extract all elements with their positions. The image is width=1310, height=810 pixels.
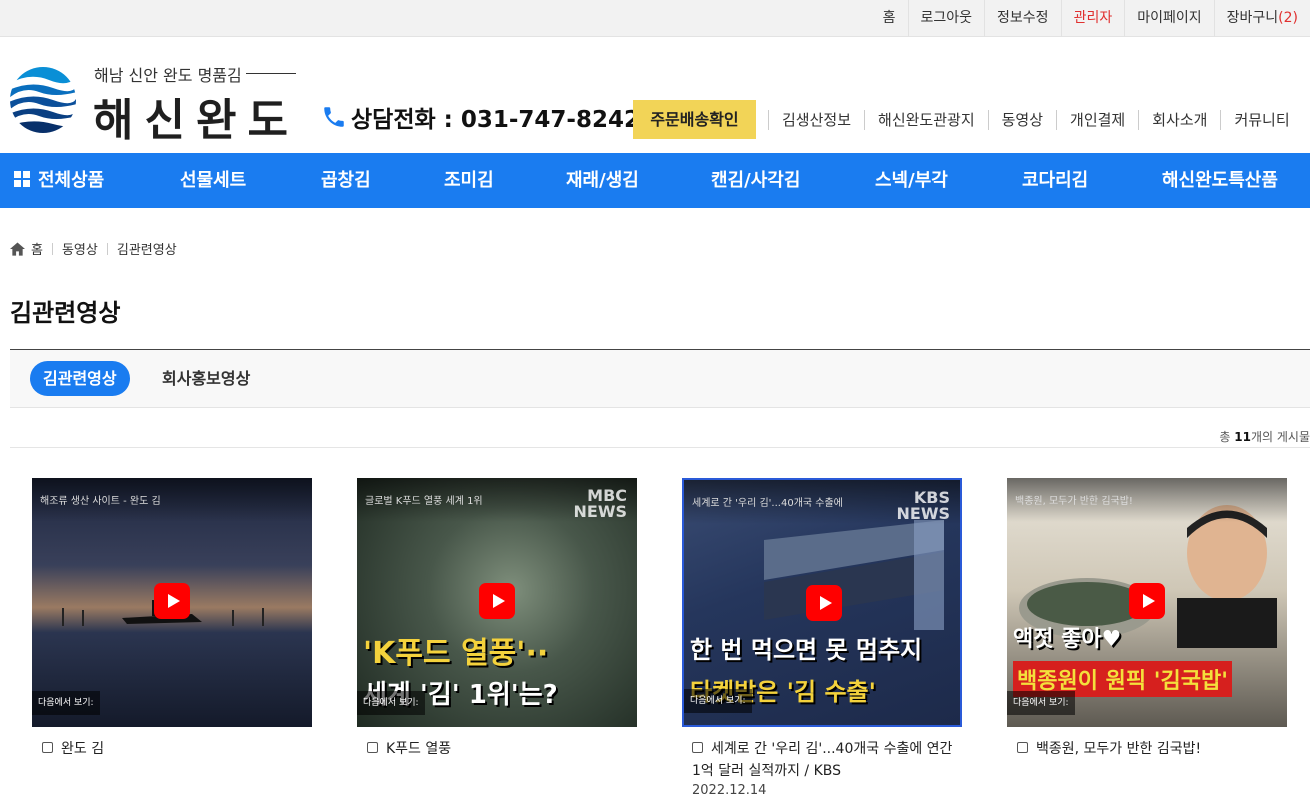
breadcrumb-separator (106, 242, 108, 255)
video-caption[interactable]: 백종원, 모두가 반한 김국밥! (1007, 738, 1287, 760)
gnb-can-kim[interactable]: 캔김/사각김 (711, 153, 800, 208)
video-card[interactable]: 글로벌 K푸드 열풍 세계 1위 MBC NEWS 'K푸드 열풍'·· 세계 '… (357, 478, 637, 760)
video-thumbnail[interactable]: 백종원, 모두가 반한 김국밥! 액젓 좋아♥ 백종원이 원픽 '김국밥' 다음… (1007, 478, 1287, 727)
video-title[interactable]: 백종원, 모두가 반한 김국밥! (1036, 741, 1201, 757)
cart-paren-close: ) (1292, 10, 1298, 26)
logo-divider (246, 73, 296, 74)
video-title[interactable]: 세계로 간 '우리 김'...40개국 수출에 연간 1억 달러 실적까지 / … (692, 741, 952, 779)
grid-icon (14, 171, 30, 187)
thumbnail-title: 해조류 생산 사이트 - 완도 김 (40, 496, 161, 507)
gnb-all-products[interactable]: 전체상품 (14, 153, 104, 208)
order-tracking-button[interactable]: 주문배송확인 (633, 100, 756, 139)
nav-company[interactable]: 회사소개 (1138, 110, 1220, 130)
post-count: 총 11개의 게시물 (1219, 428, 1310, 445)
conveyor-illustration (764, 520, 944, 630)
post-count-number: 11 (1234, 430, 1251, 444)
video-card[interactable]: 백종원, 모두가 반한 김국밥! 액젓 좋아♥ 백종원이 원픽 '김국밥' 다음… (1007, 478, 1287, 760)
nav-videos[interactable]: 동영상 (987, 110, 1056, 130)
cart-count-badge: 2 (1283, 10, 1293, 26)
select-checkbox[interactable] (692, 742, 703, 753)
video-card[interactable]: 세계로 간 '우리 김'...40개국 수출에 KBS NEWS 한 번 먹으면 … (682, 478, 962, 800)
nav-kim-production[interactable]: 김생산정보 (768, 110, 864, 130)
watch-on-youtube[interactable]: 다음에서 보기: (32, 691, 100, 715)
video-thumbnail[interactable]: 해조류 생산 사이트 - 완도 김 다음에서 보기: (32, 478, 312, 727)
logo-subtitle: 해남 신안 완도 명품김 (94, 66, 242, 85)
select-checkbox[interactable] (1017, 742, 1028, 753)
tab-kim-videos[interactable]: 김관련영상 (30, 361, 130, 396)
nav-tourism[interactable]: 해신완도관광지 (864, 110, 988, 130)
gnb-specialty[interactable]: 해신완도특산품 (1162, 153, 1278, 208)
tab-company-videos[interactable]: 회사홍보영상 (149, 361, 263, 396)
select-checkbox[interactable] (42, 742, 53, 753)
youtube-play-icon[interactable] (154, 583, 190, 619)
topbar-cart-link[interactable]: 장바구니(2) (1213, 0, 1310, 37)
logo-wave-icon[interactable] (9, 66, 77, 134)
gnb-traditional-kim[interactable]: 재래/생김 (566, 153, 639, 208)
gnb-seasoned-kim[interactable]: 조미김 (444, 153, 494, 208)
phone-contact: 상담전화 : 031-747-8242 (321, 100, 640, 134)
nav-community[interactable]: 커뮤니티 (1220, 110, 1302, 130)
video-caption[interactable]: 완도 김 (32, 738, 312, 760)
gnb-gift-set[interactable]: 선물세트 (180, 153, 246, 208)
video-title[interactable]: 완도 김 (61, 741, 104, 757)
phone-icon (324, 107, 344, 127)
video-thumbnail[interactable]: 세계로 간 '우리 김'...40개국 수출에 KBS NEWS 한 번 먹으면 … (682, 478, 962, 727)
category-nav: 전체상품 선물세트 곱창김 조미김 재래/생김 캔김/사각김 스넥/부각 코다리… (0, 153, 1310, 208)
video-caption[interactable]: 세계로 간 '우리 김'...40개국 수출에 연간 1억 달러 실적까지 / … (682, 738, 962, 800)
page-title: 김관련영상 (10, 299, 121, 327)
video-thumbnail[interactable]: 글로벌 K푸드 열풍 세계 1위 MBC NEWS 'K푸드 열풍'·· 세계 '… (357, 478, 637, 727)
divider (10, 447, 1310, 448)
thumbnail-title: 백종원, 모두가 반한 김국밥! (1015, 496, 1133, 507)
breadcrumb-videos[interactable]: 동영상 (62, 239, 98, 258)
breadcrumb-separator (51, 242, 53, 255)
logo-title[interactable]: 해신완도 (93, 84, 299, 148)
youtube-play-icon[interactable] (1129, 583, 1165, 619)
gnb-all-products-label: 전체상품 (38, 170, 105, 191)
nav-personal-payment[interactable]: 개인결제 (1056, 110, 1138, 130)
phone-number: 상담전화 : 031-747-8242 (351, 107, 640, 133)
breadcrumb-home[interactable]: 홈 (31, 239, 43, 258)
thumbnail-headline: 한 번 먹으면 못 멈추지 (690, 636, 923, 664)
sub-tab-bar: 김관련영상 회사홍보영상 (10, 349, 1310, 408)
thumbnail-headline: 'K푸드 열풍'·· (363, 636, 549, 671)
thumbnail-title: 글로벌 K푸드 열풍 세계 1위 (365, 496, 483, 507)
youtube-play-icon[interactable] (479, 583, 515, 619)
watch-on-youtube[interactable]: 다음에서 보기: (684, 689, 752, 713)
watch-on-youtube[interactable]: 다음에서 보기: (1007, 691, 1075, 715)
post-count-prefix: 총 (1219, 430, 1235, 444)
topbar-edit-info-link[interactable]: 정보수정 (984, 0, 1061, 37)
topbar-mypage-link[interactable]: 마이페이지 (1124, 0, 1213, 37)
video-date: 2022.12.14 (692, 783, 767, 798)
topbar-admin-link[interactable]: 관리자 (1060, 0, 1125, 37)
video-title[interactable]: K푸드 열풍 (386, 741, 451, 757)
channel-watermark: KBS NEWS (896, 488, 951, 523)
gnb-gopchang-kim[interactable]: 곱창김 (321, 153, 371, 208)
video-card[interactable]: 해조류 생산 사이트 - 완도 김 다음에서 보기: 완도 김 (32, 478, 312, 760)
gnb-kodari-kim[interactable]: 코다리김 (1022, 153, 1088, 208)
select-checkbox[interactable] (367, 742, 378, 753)
top-utility-bar: 홈 로그아웃 정보수정 관리자 마이페이지 장바구니(2) (0, 0, 1310, 37)
channel-watermark: MBC NEWS (573, 486, 628, 521)
topbar-logout-link[interactable]: 로그아웃 (907, 0, 985, 37)
topbar-home-link[interactable]: 홈 (871, 0, 908, 37)
gnb-snack[interactable]: 스넥/부각 (875, 153, 948, 208)
breadcrumb: 홈 동영상 김관련영상 (10, 239, 177, 258)
watch-on-youtube[interactable]: 다음에서 보기: (357, 691, 425, 715)
post-count-suffix: 개의 게시물 (1250, 430, 1310, 444)
breadcrumb-current[interactable]: 김관련영상 (117, 239, 177, 258)
video-caption[interactable]: K푸드 열풍 (357, 738, 637, 760)
thumbnail-headline: 액젓 좋아♥ (1013, 627, 1122, 652)
header-nav: 김생산정보 해신완도관광지 동영상 개인결제 회사소개 커뮤니티 (768, 110, 1303, 130)
thumbnail-title: 세계로 간 '우리 김'...40개국 수출에 (692, 498, 843, 509)
home-icon[interactable] (10, 241, 25, 256)
cart-label: 장바구니 (1226, 10, 1279, 26)
youtube-play-icon[interactable] (806, 585, 842, 621)
